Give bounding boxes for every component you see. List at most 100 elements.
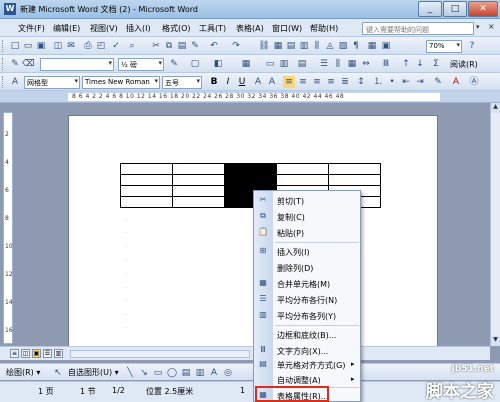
distributed-icon[interactable]: ≣ [339,76,351,88]
table-cell[interactable]: · [120,163,173,175]
line-spacing-icon[interactable]: ↕ [355,76,367,88]
columns-icon[interactable]: ⫼ [311,40,323,52]
close-window-button[interactable]: ✕ [468,1,498,17]
tables-borders-icon[interactable]: ▦ [272,40,284,52]
sort-descending-icon[interactable]: ↓ [414,58,426,70]
numbering-icon[interactable]: ⒈ [372,76,384,88]
font-size-combo[interactable]: 五号 [162,76,202,89]
horizontal-scrollbar[interactable] [70,350,250,358]
paste-icon[interactable]: ▤ [176,40,188,52]
word-app-icon[interactable]: W [4,3,16,15]
horizontal-ruler[interactable]: 8 6 4 2 2 4 6 8 10 12 14 16 18 20 22 24 … [0,91,500,103]
style-combo[interactable]: 网格型 [24,76,80,89]
line-style-combo[interactable] [40,58,114,71]
menu-item-insert-column[interactable]: ⊞ 插入列(I) [254,244,360,259]
line-weight-combo[interactable]: ½ 磅 [118,58,164,71]
permission-icon[interactable]: ◫ [52,40,64,52]
copy-icon[interactable]: ⧉ [163,40,175,52]
table-cell[interactable]: · [172,185,225,197]
menu-tools[interactable]: 工具(T) [199,23,226,34]
align-center-icon[interactable]: ≡ [297,76,309,88]
table-cell-selected[interactable] [224,174,277,186]
menu-item-borders-shading[interactable]: 边框和底纹(B)... [254,327,360,342]
menu-file[interactable]: 文件(F) [18,23,45,34]
format-painter-icon[interactable]: ✎ [189,40,201,52]
table-cell[interactable]: · [120,174,173,186]
reading-view-icon[interactable]: ▥ [54,349,63,358]
redo-icon[interactable]: ↷ [230,40,242,52]
table-cell[interactable]: · [276,163,329,175]
line-tool-icon[interactable]: ╲ [124,367,136,379]
email-icon[interactable]: ✉ [65,40,77,52]
menu-item-delete-column[interactable]: 删除列(D) [254,260,360,275]
enclose-char-icon[interactable]: Ⓐ [468,76,480,88]
close-document-button[interactable]: × [488,22,495,31]
document-map-icon[interactable]: ▧ [337,40,349,52]
draw-menu-button[interactable]: 绘图(R) ▾ [6,367,40,378]
outline-view-icon[interactable]: ☰ [43,349,52,358]
rectangle-tool-icon[interactable]: ▭ [152,367,164,379]
align-left-icon[interactable]: ≡ [283,76,295,88]
font-combo[interactable]: Times New Roman [82,76,160,89]
menu-item-text-direction[interactable]: Ⅲ 文字方向(X)... [254,343,360,358]
cut-icon[interactable]: ✂ [150,40,162,52]
justify-icon[interactable]: ≡ [325,76,337,88]
table-cell-selected[interactable] [224,163,277,175]
scroll-down-icon[interactable]: ▼ [491,336,500,346]
web-view-icon[interactable]: ◫ [21,349,30,358]
textbox-tool-icon[interactable]: ▤ [180,367,192,379]
menu-table[interactable]: 表格(A) [236,23,264,34]
split-cells-icon[interactable]: ▥ [278,58,290,70]
font-color-button[interactable]: A [450,76,462,88]
zoom-combo[interactable]: 70% [426,40,462,53]
menu-item-distribute-rows[interactable]: ☰ 平均分布各行(N) [254,292,360,307]
insert-table-dropdown-icon[interactable]: ▦ [240,58,252,70]
italic-button[interactable]: I [222,76,234,88]
menu-item-cell-alignment[interactable]: ▤ 单元格对齐方式(G) ▸ [254,357,360,372]
toolbar-grip-icon[interactable] [2,76,5,88]
save-icon[interactable]: ▣ [35,40,47,52]
new-document-icon[interactable]: □ [9,40,21,52]
menu-insert[interactable]: 插入(I) [126,23,151,34]
shading-color-icon[interactable]: ◧ [212,58,224,70]
char-shading-icon[interactable]: A [266,76,278,88]
distribute-columns-icon[interactable]: ⫼ [332,58,344,70]
text-direction-icon[interactable]: Ⅲ [380,58,392,70]
menu-window[interactable]: 窗口(W) [272,23,302,34]
research-icon[interactable]: ⌕ [126,40,138,52]
menu-item-paste[interactable]: 📋 粘贴(P) [254,225,360,240]
diagram-icon[interactable]: ◎ [222,367,234,379]
hyperlink-icon[interactable]: ⛓ [258,40,270,52]
styles-pane-icon[interactable]: A [9,76,21,88]
vertical-scrollbar[interactable]: ▲ ▼ [490,103,500,346]
bullets-icon[interactable]: • [386,76,398,88]
wordart-icon[interactable]: A [208,367,220,379]
merge-cells-icon[interactable]: ▭ [264,58,276,70]
read-mode-button[interactable]: 阅读(R) [450,59,478,70]
minimize-button[interactable]: _ [418,1,442,17]
select-objects-icon[interactable]: ↖ [52,367,64,379]
char-border-icon[interactable]: A [252,76,264,88]
decrease-indent-icon[interactable]: ⇤ [400,76,412,88]
drawing-icon[interactable]: ◬ [324,40,336,52]
menu-item-distribute-columns[interactable]: ▥ 平均分布各列(Y) [254,308,360,323]
menu-edit[interactable]: 编辑(E) [53,23,80,34]
menu-item-cut[interactable]: ✂ 剪切(T) [254,193,360,208]
highlight-icon[interactable]: ✎ [432,76,444,88]
vertical-ruler[interactable]: 2 4 6 8 10 12 14 16 [3,112,13,344]
menu-item-autofit[interactable]: 自动调整(A) ▸ [254,372,360,387]
align-icon[interactable]: ▤ [296,58,308,70]
table-cell[interactable]: · [276,174,329,186]
show-hide-icon[interactable]: ¶ [350,40,362,52]
maximize-button[interactable]: □ [443,1,467,17]
open-icon[interactable]: ▭ [22,40,34,52]
eraser-icon[interactable]: ⌫ [22,58,35,70]
table-cell[interactable]: · [172,174,225,186]
table-cell[interactable]: · [120,185,173,197]
highlight-active-icon[interactable]: ▣ [380,40,392,52]
menu-help[interactable]: 帮助(H) [310,23,338,34]
normal-view-icon[interactable]: ≡ [10,349,19,358]
insert-table-icon[interactable]: ▤ [285,40,297,52]
table-cell[interactable]: · [172,196,225,208]
menu-item-copy[interactable]: ⧉ 复制(C) [254,209,360,224]
